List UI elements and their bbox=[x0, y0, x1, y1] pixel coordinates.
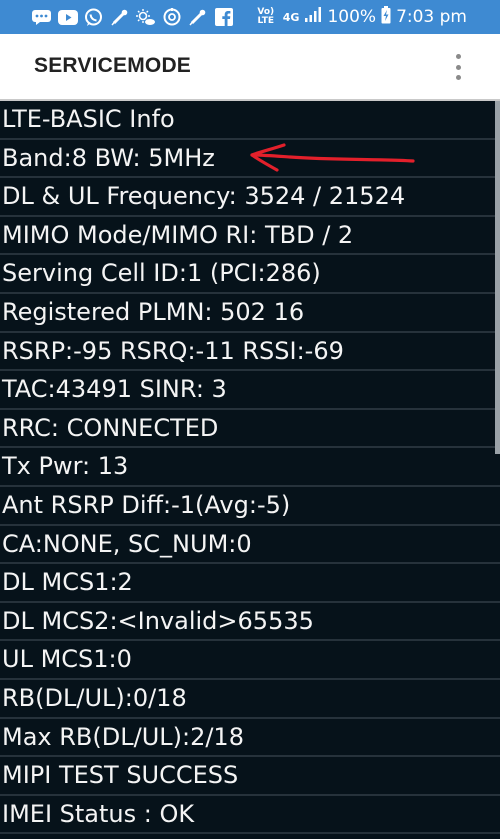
page-title: SERVICEMODE bbox=[34, 54, 192, 77]
service-info-list[interactable]: LTE-BASIC Info Band:8 BW: 5MHz DL & UL F… bbox=[0, 101, 500, 839]
scrollbar[interactable] bbox=[495, 101, 500, 454]
battery-percent: 100% bbox=[327, 7, 377, 27]
system-status: Vo) LTE 4G 100% 7:03 pm bbox=[254, 0, 467, 34]
list-item: MIPI TEST SUCCESS bbox=[0, 757, 500, 796]
chat-icon bbox=[31, 7, 52, 28]
status-bar: Vo) LTE 4G 100% 7:03 pm bbox=[0, 0, 500, 34]
facebook-icon bbox=[213, 7, 234, 28]
list-item: RSRP:-95 RSRQ:-11 RSSI:-69 bbox=[0, 333, 500, 372]
pen-icon bbox=[187, 7, 208, 28]
sync-icon bbox=[161, 7, 182, 28]
app-bar: SERVICEMODE bbox=[0, 34, 500, 101]
list-item: Band:8 BW: 5MHz bbox=[0, 140, 500, 179]
list-item: CA:NONE, SC_NUM:0 bbox=[0, 526, 500, 565]
list-item: Serving Cell ID:1 (PCI:286) bbox=[0, 255, 500, 294]
list-item: DL MCS2:<Invalid>65535 bbox=[0, 603, 500, 642]
list-item: UL MCS1:0 bbox=[0, 641, 500, 680]
list-item: DL MCS1:2 bbox=[0, 564, 500, 603]
list-item: RRC: CONNECTED bbox=[0, 410, 500, 449]
network-type: 4G bbox=[282, 10, 300, 24]
list-item: TAC:43491 SINR: 3 bbox=[0, 371, 500, 410]
youtube-icon bbox=[57, 7, 78, 28]
list-item: MIMO Mode/MIMO RI: TBD / 2 bbox=[0, 217, 500, 256]
list-item: DL & UL Frequency: 3524 / 21524 bbox=[0, 178, 500, 217]
more-vert-icon[interactable] bbox=[452, 54, 464, 80]
list-item: Registered PLMN: 502 16 bbox=[0, 294, 500, 333]
clock: 7:03 pm bbox=[396, 7, 467, 27]
whatsapp-icon bbox=[83, 7, 104, 28]
list-item: IMEI Status : OK bbox=[0, 796, 500, 835]
notification-icons bbox=[0, 7, 234, 28]
list-item: Max RB(DL/UL):2/18 bbox=[0, 719, 500, 758]
pen-icon bbox=[109, 7, 130, 28]
battery-charging-icon bbox=[381, 5, 391, 29]
weather-icon bbox=[135, 7, 156, 28]
list-item: LTE-BASIC Info bbox=[0, 101, 500, 140]
list-item: Ant RSRP Diff:-1(Avg:-5) bbox=[0, 487, 500, 526]
signal-icon bbox=[304, 6, 322, 28]
list-item: RB(DL/UL):0/18 bbox=[0, 680, 500, 719]
list-item: Tx Pwr: 13 bbox=[0, 448, 500, 487]
volte-indicator: Vo) LTE bbox=[257, 7, 275, 26]
